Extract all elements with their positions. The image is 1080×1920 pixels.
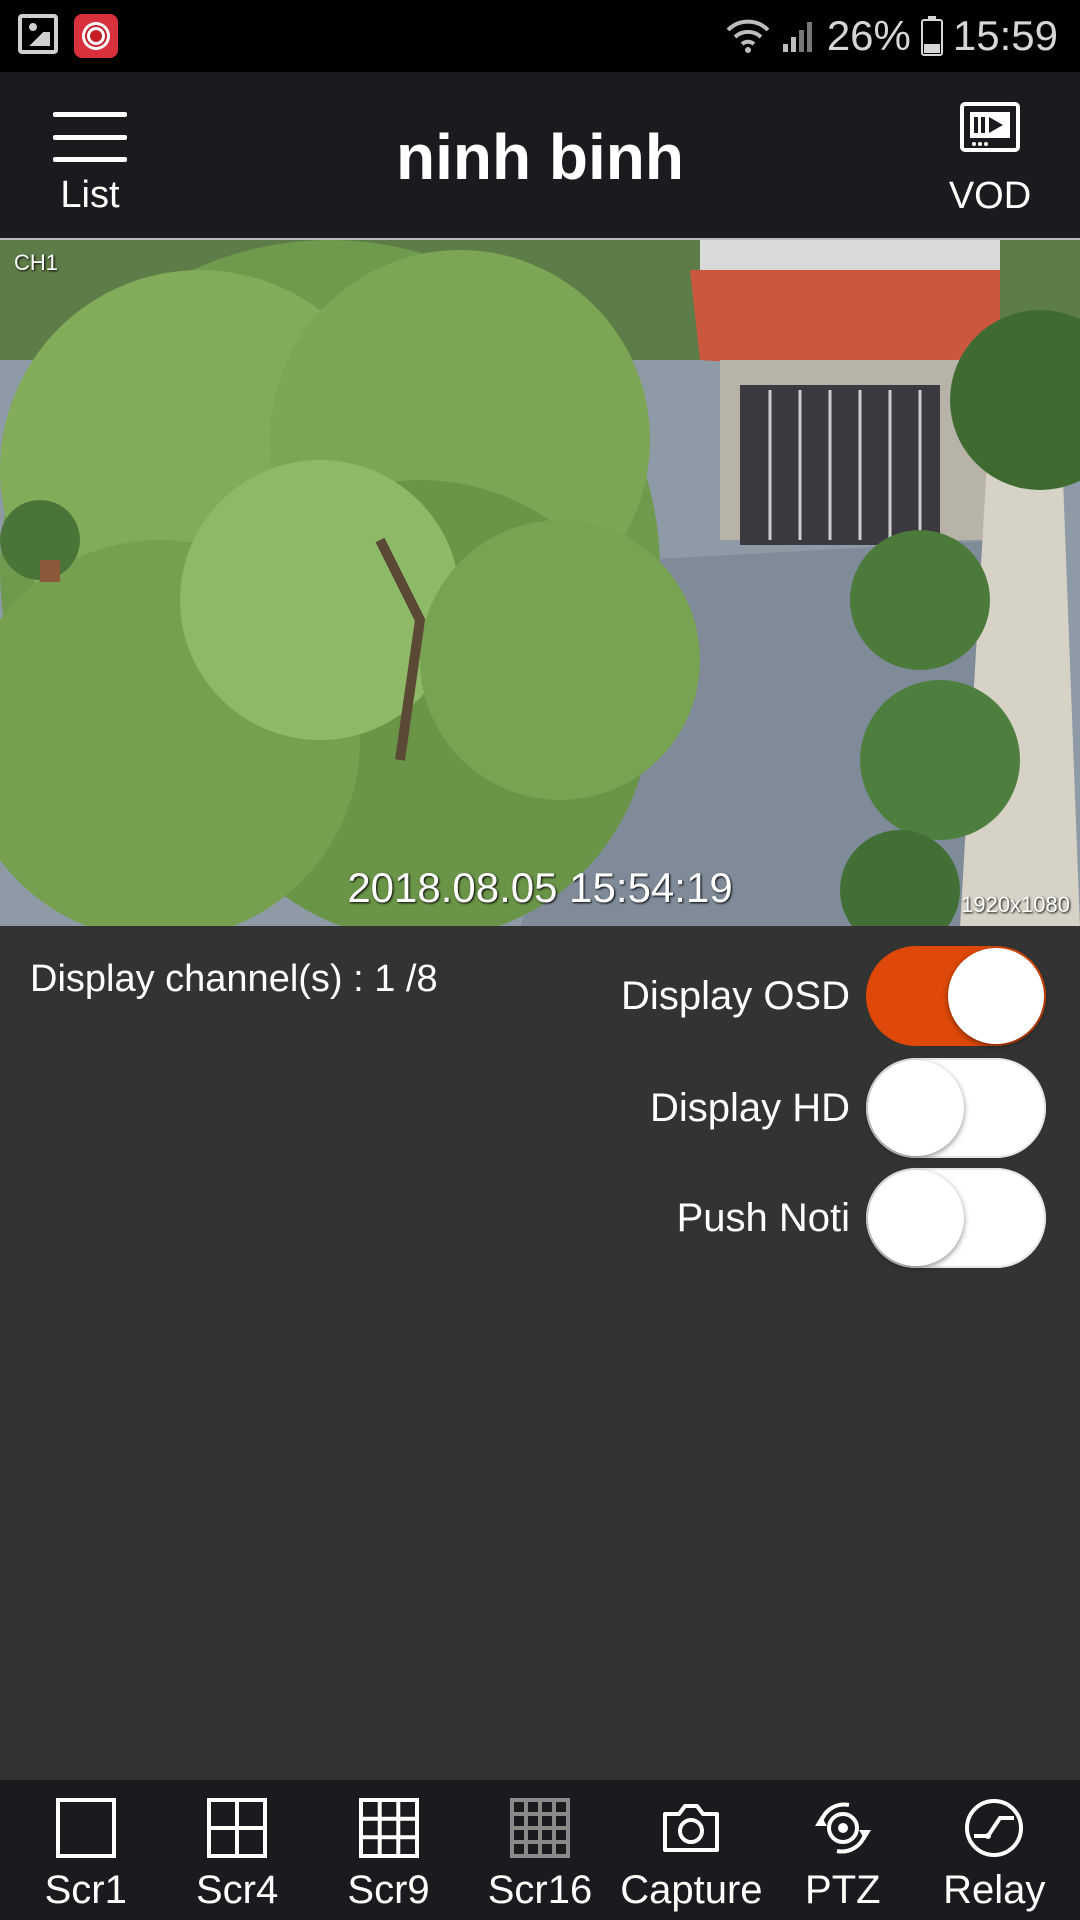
relay-icon [965, 1799, 1024, 1857]
toggle-knob [868, 1060, 964, 1156]
toggle-knob [868, 1170, 964, 1266]
channel-label: CH1 [14, 250, 59, 275]
clock: 15:59 [952, 12, 1058, 59]
page-title: ninh binh [396, 121, 684, 193]
signal-icon [782, 22, 812, 52]
push-noti-row: Push Noti [677, 1168, 1046, 1268]
display-channels-text: Display channel(s) : 1 /8 [30, 958, 438, 1000]
display-osd-label: Display OSD [621, 973, 850, 1018]
gallery-icon [18, 14, 58, 54]
status-right: 26% 15:59 [725, 8, 1058, 64]
camera-feed-image [0, 240, 1080, 926]
battery-icon [920, 16, 943, 56]
bottom-toolbar: Scr1 Scr4 Scr9 Scr16 Capture PTZ Relay [0, 1780, 1080, 1920]
single-screen-icon [55, 1798, 116, 1858]
vod-icon [960, 102, 1020, 152]
scr1-button[interactable]: Scr1 [11, 1780, 161, 1913]
video-resolution: 1920x1080 [961, 892, 1070, 917]
ptz-button[interactable]: PTZ [768, 1780, 918, 1913]
display-osd-row: Display OSD [621, 946, 1046, 1046]
app-header: List ninh binh VOD [0, 72, 1080, 238]
push-noti-toggle[interactable] [866, 1168, 1046, 1268]
scr9-label: Scr9 [347, 1868, 430, 1912]
grid-4-icon [207, 1798, 268, 1858]
camera-video-view[interactable]: CH1 2018.08.05 15:54:19 1920x1080 [0, 238, 1080, 926]
capture-label: Capture [620, 1868, 763, 1912]
status-notifications [18, 14, 118, 58]
grid-9-icon [358, 1798, 419, 1858]
display-hd-row: Display HD [650, 1058, 1046, 1158]
relay-button[interactable]: Relay [919, 1780, 1069, 1913]
ptz-icon [814, 1802, 871, 1854]
display-hd-toggle[interactable] [866, 1058, 1046, 1158]
battery-percent: 26% [826, 12, 911, 59]
status-bar: 26% 15:59 [0, 0, 1080, 72]
camera-icon [663, 1804, 720, 1852]
relay-label: Relay [943, 1868, 1046, 1912]
scr9-button[interactable]: Scr9 [314, 1780, 464, 1913]
display-hd-label: Display HD [649, 1085, 850, 1130]
display-osd-toggle[interactable] [866, 946, 1046, 1046]
push-noti-label: Push Noti [676, 1195, 850, 1240]
scr1-label: Scr1 [44, 1868, 127, 1912]
video-timestamp: 2018.08.05 15:54:19 [347, 864, 733, 911]
camera-app-icon [74, 14, 118, 58]
toggle-knob [948, 948, 1044, 1044]
capture-button[interactable]: Capture [616, 1780, 766, 1913]
vod-button[interactable]: VOD [940, 102, 1040, 218]
scr4-label: Scr4 [196, 1868, 279, 1912]
scr16-label: Scr16 [487, 1868, 593, 1912]
scr16-button[interactable]: Scr16 [465, 1780, 615, 1913]
grid-16-icon [509, 1798, 570, 1858]
wifi-icon [726, 19, 770, 53]
scr4-button[interactable]: Scr4 [162, 1780, 312, 1913]
ptz-label: PTZ [805, 1868, 881, 1912]
vod-label: VOD [948, 175, 1032, 217]
